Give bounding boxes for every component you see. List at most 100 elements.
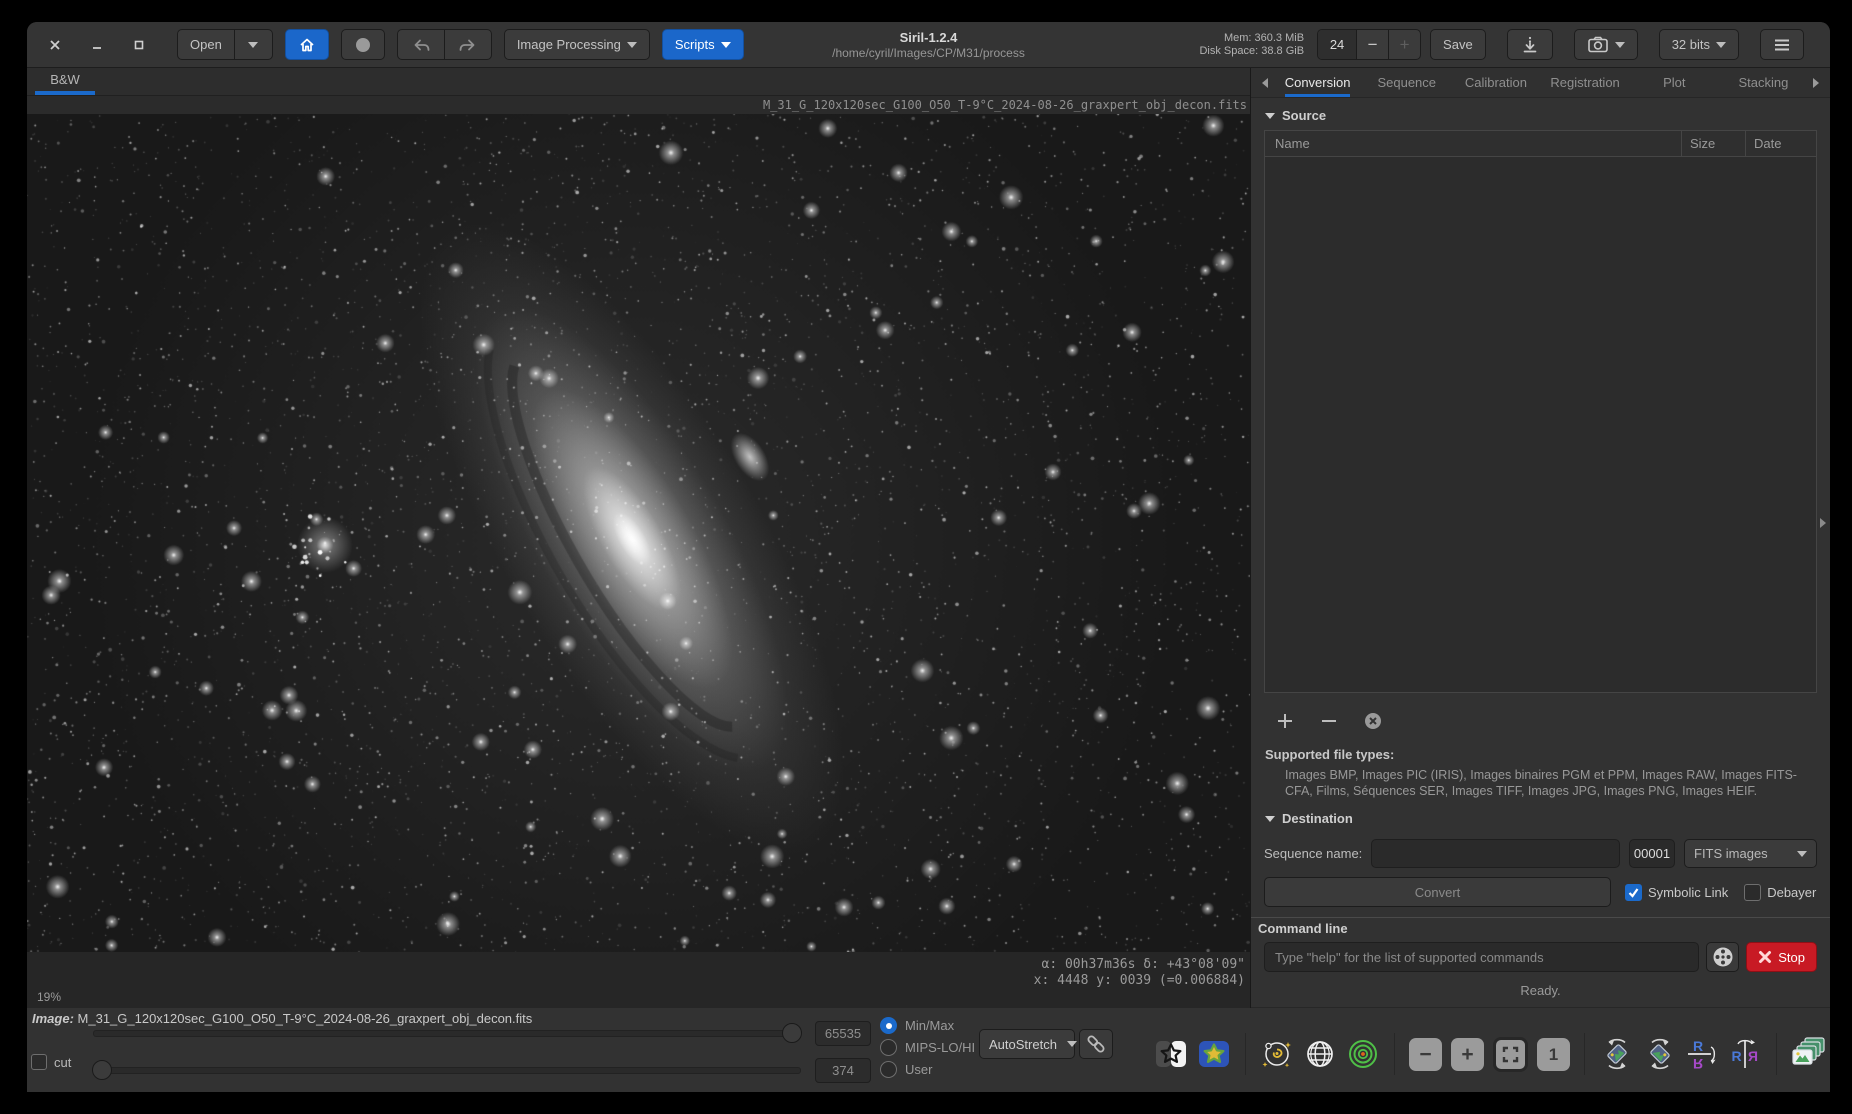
svg-text:R: R bbox=[1732, 1048, 1742, 1064]
bit-depth-dropdown[interactable]: 32 bits bbox=[1659, 29, 1739, 60]
threads-increment-button[interactable]: + bbox=[1388, 30, 1420, 59]
stretch-mode-dropdown[interactable]: AutoStretch bbox=[979, 1029, 1075, 1059]
flip-vertical-button[interactable]: RR bbox=[1685, 1037, 1719, 1071]
panel-tab-bar: Conversion Sequence Calibration Registra… bbox=[1251, 68, 1830, 98]
conversion-page: Source Name Size Date bbox=[1251, 98, 1830, 1008]
menu-button[interactable] bbox=[1760, 29, 1804, 60]
zoom-in-button[interactable]: + bbox=[1451, 1038, 1484, 1071]
close-icon[interactable] bbox=[47, 37, 63, 53]
threads-decrement-button[interactable]: − bbox=[1356, 30, 1388, 59]
sequence-name-input[interactable] bbox=[1371, 839, 1620, 868]
platesolve-annotate-button[interactable] bbox=[1260, 1037, 1294, 1071]
destination-expander[interactable]: Destination bbox=[1265, 811, 1817, 826]
mode-minmax-option[interactable]: Min/Max bbox=[880, 1017, 954, 1034]
command-input[interactable] bbox=[1264, 942, 1699, 972]
symbolic-link-checkbox[interactable] bbox=[1625, 884, 1642, 901]
debayer-option[interactable]: Debayer bbox=[1744, 884, 1816, 901]
zoom-fit-button[interactable] bbox=[1493, 1037, 1528, 1072]
photometry-button[interactable] bbox=[1346, 1037, 1380, 1071]
minmax-radio[interactable] bbox=[880, 1017, 897, 1034]
open-recent-button[interactable] bbox=[235, 29, 273, 60]
start-index-field[interactable]: 00001 bbox=[1629, 839, 1675, 868]
toolbar-separator bbox=[1245, 1033, 1246, 1075]
low-threshold-slider[interactable] bbox=[93, 1060, 801, 1080]
negative-view-button[interactable] bbox=[1154, 1037, 1188, 1071]
cut-option[interactable]: cut bbox=[31, 1054, 71, 1070]
tabs-scroll-left-button[interactable] bbox=[1257, 68, 1273, 97]
panel-collapse-handle[interactable] bbox=[1817, 510, 1829, 536]
remove-files-button[interactable] bbox=[1317, 709, 1341, 733]
mode-user-option[interactable]: User bbox=[880, 1061, 932, 1078]
command-help-button[interactable] bbox=[1706, 942, 1739, 972]
clear-list-button[interactable] bbox=[1361, 709, 1385, 733]
open-label: Open bbox=[190, 37, 222, 52]
astrometry-grid-button[interactable] bbox=[1303, 1037, 1337, 1071]
zoom-out-button[interactable]: − bbox=[1409, 1038, 1442, 1071]
undo-button[interactable] bbox=[397, 29, 445, 60]
maximize-icon[interactable] bbox=[131, 37, 147, 53]
mode-mips-option[interactable]: MIPS-LO/HI bbox=[880, 1039, 975, 1056]
flip-horizontal-button[interactable]: RR bbox=[1728, 1037, 1762, 1071]
rotate-right-button[interactable] bbox=[1642, 1037, 1676, 1071]
tab-conversion[interactable]: Conversion bbox=[1273, 68, 1362, 97]
column-header-name[interactable]: Name bbox=[1265, 131, 1682, 156]
column-header-date[interactable]: Date bbox=[1746, 131, 1816, 156]
astro-image-canvas[interactable] bbox=[27, 114, 1250, 952]
high-threshold-value[interactable]: 65535 bbox=[815, 1021, 871, 1046]
stop-button[interactable]: Stop bbox=[1746, 942, 1817, 972]
open-button[interactable]: Open bbox=[177, 29, 235, 60]
output-format-dropdown[interactable]: FITS images bbox=[1684, 839, 1817, 868]
rotate-left-button[interactable] bbox=[1599, 1037, 1633, 1071]
false-color-button[interactable] bbox=[1197, 1037, 1231, 1071]
viewer-toolbar: − + 1 RR RR bbox=[1154, 1030, 1825, 1078]
command-line-frame: Command line Stop Ready. bbox=[1251, 917, 1830, 1007]
mips-radio[interactable] bbox=[880, 1039, 897, 1056]
source-table-body[interactable] bbox=[1265, 157, 1816, 692]
user-radio[interactable] bbox=[880, 1061, 897, 1078]
save-button[interactable]: Save bbox=[1430, 29, 1486, 60]
header-bar: Open Image Processing bbox=[27, 22, 1830, 68]
globe-icon bbox=[1303, 1037, 1337, 1071]
command-line-title: Command line bbox=[1258, 921, 1817, 936]
slider-handle[interactable] bbox=[782, 1023, 802, 1043]
chevron-down-icon bbox=[721, 42, 731, 48]
symbolic-link-option[interactable]: Symbolic Link bbox=[1625, 884, 1728, 901]
low-threshold-value[interactable]: 374 bbox=[815, 1058, 871, 1083]
fit-to-window-icon bbox=[1502, 1046, 1519, 1063]
home-button[interactable] bbox=[285, 29, 329, 60]
slider-handle[interactable] bbox=[92, 1060, 112, 1080]
source-file-table[interactable]: Name Size Date bbox=[1264, 130, 1817, 693]
save-as-button[interactable] bbox=[1507, 29, 1553, 60]
plus-icon bbox=[1276, 712, 1294, 730]
sequence-list-button[interactable] bbox=[1791, 1037, 1825, 1071]
tab-stacking[interactable]: Stacking bbox=[1719, 68, 1808, 97]
tab-sequence[interactable]: Sequence bbox=[1362, 68, 1451, 97]
source-list-actions bbox=[1264, 693, 1817, 739]
minimize-icon[interactable] bbox=[89, 37, 105, 53]
tab-calibration[interactable]: Calibration bbox=[1451, 68, 1540, 97]
image-processing-button[interactable]: Image Processing bbox=[504, 29, 650, 60]
tab-plot[interactable]: Plot bbox=[1630, 68, 1719, 97]
snapshot-button[interactable] bbox=[1574, 29, 1638, 60]
tab-registration[interactable]: Registration bbox=[1541, 68, 1630, 97]
convert-button[interactable]: Convert bbox=[1264, 877, 1611, 907]
chevron-down-icon bbox=[1615, 42, 1625, 48]
zoom-one-to-one-button[interactable]: 1 bbox=[1537, 1038, 1570, 1071]
cut-checkbox[interactable] bbox=[31, 1054, 47, 1070]
debayer-checkbox[interactable] bbox=[1744, 884, 1761, 901]
target-circles-icon bbox=[1346, 1037, 1380, 1071]
link-channels-button[interactable] bbox=[1079, 1029, 1113, 1059]
column-header-size[interactable]: Size bbox=[1682, 131, 1746, 156]
add-files-button[interactable] bbox=[1273, 709, 1297, 733]
tab-bw-channel[interactable]: B&W bbox=[35, 68, 95, 95]
high-threshold-slider[interactable] bbox=[93, 1023, 801, 1043]
tabs-scroll-right-button[interactable] bbox=[1808, 68, 1824, 97]
source-expander[interactable]: Source bbox=[1265, 108, 1817, 123]
redo-button[interactable] bbox=[445, 29, 492, 60]
chain-link-icon bbox=[1085, 1033, 1107, 1055]
livestack-button[interactable] bbox=[341, 29, 385, 60]
threads-spinbox[interactable]: 24 − + bbox=[1317, 29, 1421, 60]
image-label: Image: bbox=[32, 1011, 74, 1026]
scripts-button[interactable]: Scripts bbox=[662, 29, 744, 60]
chevron-left-icon bbox=[1262, 78, 1268, 88]
